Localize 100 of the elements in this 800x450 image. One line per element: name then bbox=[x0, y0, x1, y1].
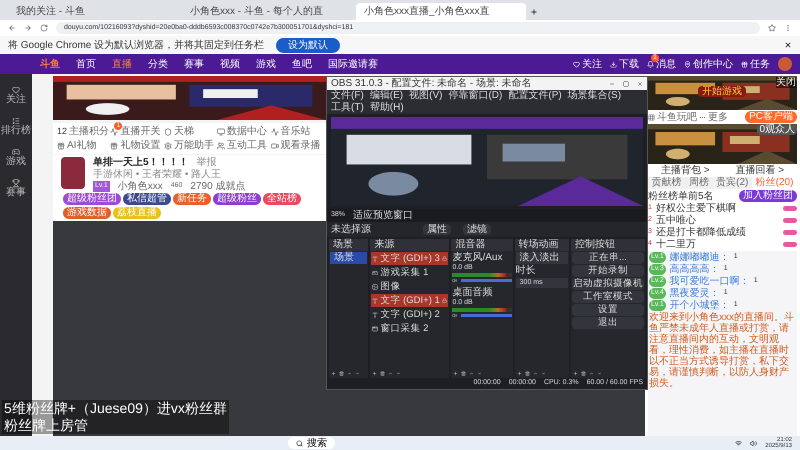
sidebar-item[interactable]: 排行榜 bbox=[1, 125, 31, 136]
speaker-icon[interactable] bbox=[452, 313, 458, 318]
volume-icon[interactable] bbox=[750, 440, 758, 446]
gift-icon[interactable] bbox=[57, 142, 65, 150]
present-icon[interactable] bbox=[110, 142, 118, 150]
nav-link[interactable]: 视频 bbox=[220, 58, 240, 70]
down-icon[interactable] bbox=[355, 371, 360, 376]
trash-icon[interactable] bbox=[380, 371, 386, 376]
nav-link[interactable]: 分类 bbox=[148, 58, 168, 70]
minimize-icon[interactable] bbox=[609, 80, 615, 86]
pin-icon[interactable] bbox=[684, 60, 691, 68]
forward-icon[interactable] bbox=[24, 24, 32, 32]
maximize-icon[interactable] bbox=[623, 80, 629, 86]
nav-link[interactable]: 游戏 bbox=[256, 58, 276, 70]
gamepad-icon[interactable] bbox=[12, 148, 20, 156]
source-item[interactable]: 窗口采集 2 bbox=[380, 323, 428, 334]
preview-mode[interactable]: 适应预览窗口 bbox=[353, 210, 414, 221]
speaker-icon[interactable] bbox=[452, 278, 458, 283]
control-button[interactable]: 设置 bbox=[572, 304, 644, 316]
action-pill[interactable]: 超级粉丝 bbox=[213, 193, 261, 205]
control-button[interactable]: 开始录制 bbox=[572, 265, 644, 277]
up-icon[interactable] bbox=[588, 371, 594, 376]
grid-icon[interactable] bbox=[648, 114, 655, 120]
list-icon[interactable] bbox=[12, 117, 20, 125]
menu-item[interactable]: 视图(V) bbox=[409, 90, 442, 102]
down-icon[interactable] bbox=[596, 371, 602, 376]
down-icon[interactable] bbox=[396, 371, 402, 376]
tool-link[interactable]: 斗鱼玩吧 bbox=[657, 112, 697, 122]
menu-item[interactable]: 编辑(E) bbox=[370, 90, 404, 102]
add-icon[interactable] bbox=[516, 371, 522, 376]
close-icon[interactable] bbox=[784, 41, 792, 49]
add-icon[interactable] bbox=[372, 371, 378, 376]
nav-link[interactable]: 鱼吧 bbox=[292, 58, 312, 70]
tool-item[interactable]: 互动工具 bbox=[227, 140, 268, 151]
control-button[interactable]: 退出 bbox=[572, 317, 644, 329]
rank-tab[interactable]: 周榜 bbox=[685, 177, 712, 189]
up-icon[interactable] bbox=[532, 371, 538, 376]
gift-icon[interactable] bbox=[741, 60, 748, 68]
rank-tab[interactable]: 贡献榜 bbox=[648, 177, 686, 189]
add-icon[interactable] bbox=[572, 371, 578, 376]
tool-item[interactable]: 观看录播 bbox=[280, 140, 321, 151]
control-button[interactable]: 启动虚拟摄像机 bbox=[572, 278, 644, 290]
report-link[interactable]: 举报 bbox=[196, 157, 217, 168]
header-link[interactable]: 创作中心 bbox=[693, 58, 733, 70]
tool-item[interactable]: 礼物设置 bbox=[120, 140, 160, 151]
tool-item[interactable]: 万能助手 bbox=[174, 140, 214, 151]
menu-item[interactable]: 停靠窗口(D) bbox=[448, 90, 502, 102]
gear-icon[interactable] bbox=[164, 142, 172, 150]
reload-icon[interactable] bbox=[40, 24, 48, 32]
browser-tab[interactable]: 我的关注 - 斗鱼 bbox=[8, 3, 178, 20]
pulse-icon[interactable] bbox=[270, 128, 279, 136]
backpack-link[interactable]: 主播背包 > bbox=[660, 165, 710, 176]
nav-link[interactable]: 赛事 bbox=[184, 58, 204, 70]
browser-tab[interactable]: 小角色xxx直播_小角色xxx直 bbox=[356, 3, 526, 20]
tool-link[interactable]: 更多 bbox=[708, 112, 728, 122]
wifi-icon[interactable] bbox=[735, 440, 742, 446]
transition-select[interactable]: 淡入淡出 bbox=[516, 252, 568, 264]
volume-slider[interactable] bbox=[461, 279, 512, 282]
scene-item[interactable]: 场景 bbox=[330, 252, 368, 264]
heart-icon[interactable] bbox=[12, 86, 20, 94]
nav-link[interactable]: 国际邀请赛 bbox=[328, 58, 378, 70]
volume-slider[interactable] bbox=[461, 314, 512, 317]
menu-item[interactable]: 工具(T) bbox=[331, 102, 364, 114]
download-icon[interactable] bbox=[610, 60, 617, 68]
sidebar-item[interactable]: 关注 bbox=[6, 94, 26, 105]
source-item[interactable]: 文字 (GDI+) 2 bbox=[380, 309, 440, 320]
rank-tab[interactable]: 贵宾(2) bbox=[712, 177, 752, 189]
close-icon[interactable] bbox=[637, 80, 643, 86]
new-tab-icon[interactable] bbox=[530, 8, 538, 16]
header-link[interactable]: 关注 bbox=[582, 58, 602, 70]
source-item[interactable]: 图像 bbox=[380, 281, 400, 292]
up-icon[interactable] bbox=[469, 371, 474, 376]
back-icon[interactable] bbox=[8, 24, 16, 32]
menu-item[interactable]: 配置文件(P) bbox=[508, 90, 562, 102]
users-icon[interactable] bbox=[217, 142, 226, 150]
ad-close[interactable]: 关闭 bbox=[776, 77, 796, 88]
source-item[interactable]: 游戏采集 1 bbox=[380, 267, 428, 278]
menu-item[interactable]: 场景集合(S) bbox=[568, 90, 622, 102]
down-icon[interactable] bbox=[477, 371, 482, 376]
trash-icon[interactable] bbox=[461, 371, 466, 376]
tool-item[interactable]: AI礼物 bbox=[67, 140, 96, 151]
bookmark-icon[interactable] bbox=[768, 24, 776, 32]
add-icon[interactable] bbox=[331, 371, 336, 376]
header-link[interactable]: 消息 bbox=[656, 58, 676, 70]
trash-icon[interactable] bbox=[339, 371, 344, 376]
join-fan-button[interactable]: 加入粉丝团 bbox=[739, 190, 797, 202]
control-button[interactable]: 正在串... bbox=[572, 252, 644, 264]
shield-icon[interactable] bbox=[164, 128, 172, 136]
nav-link[interactable]: 直播 bbox=[112, 58, 132, 70]
tool-item[interactable]: 音乐站 bbox=[280, 126, 311, 137]
header-link[interactable]: 任务 bbox=[750, 58, 770, 70]
action-pill[interactable]: 游戏数据 bbox=[63, 207, 111, 219]
replay-link[interactable]: 直播回看 > bbox=[735, 165, 784, 176]
action-pill[interactable]: 超级粉丝团 bbox=[63, 193, 121, 205]
tool-item[interactable]: 直播开关 bbox=[120, 126, 160, 137]
nav-link[interactable]: 首页 bbox=[76, 58, 96, 70]
taskbar-search[interactable]: 搜索 bbox=[288, 437, 335, 449]
browser-tab[interactable]: 小角色xxx - 斗鱼 - 每个人的直 bbox=[182, 3, 352, 20]
lock-icon[interactable] bbox=[442, 298, 448, 303]
sidebar-item[interactable]: 游戏 bbox=[6, 156, 26, 167]
